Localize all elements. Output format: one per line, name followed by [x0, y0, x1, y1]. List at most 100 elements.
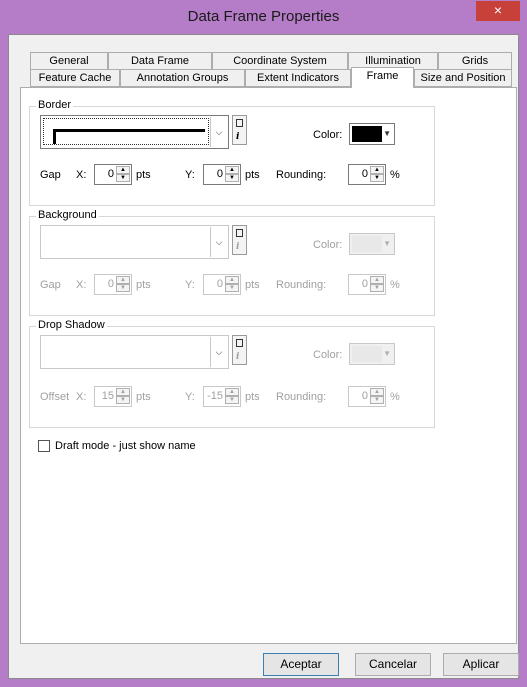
drop-shadow-symbol-properties-button[interactable]: i: [232, 335, 247, 365]
background-color-swatch: [352, 236, 382, 252]
background-color-picker[interactable]: ▼: [349, 233, 395, 255]
close-button[interactable]: ×: [476, 1, 520, 21]
drop-shadow-y-spinner[interactable]: -15 ▲ ▼: [203, 386, 241, 407]
background-rounding-spinner[interactable]: 0 ▲ ▼: [348, 274, 386, 295]
border-gap-x-spinner[interactable]: 0 ▲ ▼: [94, 164, 132, 185]
spin-up-icon[interactable]: ▲: [116, 276, 130, 284]
tab-extent-indicators[interactable]: Extent Indicators: [245, 69, 351, 87]
background-gap-x-spinner[interactable]: 0 ▲ ▼: [94, 274, 132, 295]
tab-grids[interactable]: Grids: [438, 52, 512, 70]
drop-shadow-rounding-unit: %: [390, 391, 400, 403]
chevron-down-icon: ▼: [383, 349, 391, 358]
tab-panel-frame: Border ⌵ i Color: ▼ Gap X: 0 ▲ ▼ pts Y: …: [20, 87, 517, 644]
background-gap-y-label: Y:: [185, 279, 195, 291]
background-gap-label: Gap: [40, 279, 61, 291]
background-symbol-properties-button[interactable]: i: [232, 225, 247, 255]
spin-up-icon[interactable]: ▲: [370, 276, 384, 284]
drop-shadow-offset-label: Offset: [40, 391, 70, 403]
tab-frame[interactable]: Frame: [351, 67, 414, 88]
ok-button[interactable]: Aceptar: [263, 653, 339, 676]
apply-button[interactable]: Aplicar: [443, 653, 519, 676]
border-gap-y-value: 0: [216, 168, 223, 180]
drop-shadow-y-label: Y:: [185, 391, 195, 403]
border-symbol-properties-button[interactable]: i: [232, 115, 247, 145]
background-style-combo[interactable]: ⌵: [40, 225, 229, 259]
drop-shadow-group: Drop Shadow ⌵ i Color: ▼ Offset X: 15 ▲ ▼…: [29, 319, 435, 428]
border-gap-label: Gap: [40, 169, 61, 181]
drop-shadow-color-picker[interactable]: ▼: [349, 343, 395, 365]
background-rounding-value: 0: [361, 278, 368, 290]
chevron-down-icon[interactable]: ⌵: [210, 117, 227, 147]
info-icon: i: [236, 352, 240, 362]
background-gap-y-value: 0: [216, 278, 223, 290]
background-legend: Background: [36, 209, 99, 221]
background-gap-y-unit: pts: [245, 279, 260, 291]
border-group: Border ⌵ i Color: ▼ Gap X: 0 ▲ ▼ pts Y: …: [29, 99, 435, 206]
spin-up-icon[interactable]: ▲: [370, 166, 384, 174]
spin-down-icon[interactable]: ▼: [225, 284, 239, 292]
border-legend: Border: [36, 99, 74, 111]
tab-feature-cache[interactable]: Feature Cache: [30, 69, 120, 87]
drop-shadow-y-unit: pts: [245, 391, 260, 403]
background-gap-y-spinner[interactable]: 0 ▲ ▼: [203, 274, 241, 295]
background-gap-x-unit: pts: [136, 279, 151, 291]
spin-up-icon[interactable]: ▲: [225, 276, 239, 284]
title-bar[interactable]: Data Frame Properties ×: [0, 0, 527, 34]
border-gap-y-spinner[interactable]: 0 ▲ ▼: [203, 164, 241, 185]
info-icon: i: [236, 132, 240, 142]
drop-shadow-x-value: 15: [101, 390, 114, 402]
spin-down-icon[interactable]: ▼: [116, 174, 130, 182]
draft-mode-checkbox[interactable]: [38, 440, 50, 452]
background-gap-x-label: X:: [76, 279, 87, 291]
chevron-down-icon: ▼: [383, 129, 391, 138]
chevron-down-icon[interactable]: ⌵: [210, 227, 227, 257]
drop-shadow-y-value: -15: [207, 390, 223, 402]
border-gap-x-unit: pts: [136, 169, 151, 181]
border-gap-x-value: 0: [107, 168, 114, 180]
border-color-picker[interactable]: ▼: [349, 123, 395, 145]
spin-down-icon[interactable]: ▼: [116, 396, 130, 404]
border-rounding-label: Rounding:: [276, 169, 327, 181]
drop-shadow-rounding-label: Rounding:: [276, 391, 327, 403]
background-group: Background ⌵ i Color: ▼ Gap X: 0 ▲ ▼ pts …: [29, 209, 435, 316]
spin-up-icon[interactable]: ▲: [225, 166, 239, 174]
drop-shadow-style-combo[interactable]: ⌵: [40, 335, 229, 369]
spin-down-icon[interactable]: ▼: [370, 396, 384, 404]
chevron-down-icon: ▼: [383, 239, 391, 248]
chevron-down-icon[interactable]: ⌵: [210, 337, 227, 367]
draft-mode-label[interactable]: Draft mode - just show name: [55, 440, 196, 452]
tab-size-and-position[interactable]: Size and Position: [414, 69, 512, 87]
border-gap-y-label: Y:: [185, 169, 195, 181]
tab-annotation-groups[interactable]: Annotation Groups: [120, 69, 245, 87]
spin-down-icon[interactable]: ▼: [370, 284, 384, 292]
background-gap-x-value: 0: [107, 278, 114, 290]
spin-up-icon[interactable]: ▲: [116, 166, 130, 174]
cancel-button[interactable]: Cancelar: [355, 653, 431, 676]
drop-shadow-x-spinner[interactable]: 15 ▲ ▼: [94, 386, 132, 407]
drop-shadow-color-label: Color:: [313, 349, 343, 361]
tab-data-frame[interactable]: Data Frame: [108, 52, 212, 70]
dialog-window: Data Frame Properties × General Data Fra…: [0, 0, 527, 687]
tab-coordinate-system[interactable]: Coordinate System: [212, 52, 348, 70]
drop-shadow-rounding-value: 0: [361, 390, 368, 402]
spin-down-icon[interactable]: ▼: [225, 174, 239, 182]
tab-general[interactable]: General: [30, 52, 108, 70]
spin-up-icon[interactable]: ▲: [370, 388, 384, 396]
border-style-preview: [43, 118, 209, 145]
drop-shadow-rounding-spinner[interactable]: 0 ▲ ▼: [348, 386, 386, 407]
spin-up-icon[interactable]: ▲: [225, 388, 239, 396]
spin-up-icon[interactable]: ▲: [116, 388, 130, 396]
drop-shadow-color-swatch: [352, 346, 382, 362]
border-rounding-spinner[interactable]: 0 ▲ ▼: [348, 164, 386, 185]
border-style-combo[interactable]: ⌵: [40, 115, 229, 149]
background-color-label: Color:: [313, 239, 343, 251]
border-color-label: Color:: [313, 129, 343, 141]
border-color-swatch: [352, 126, 382, 142]
spin-down-icon[interactable]: ▼: [225, 396, 239, 404]
drop-shadow-x-label: X:: [76, 391, 87, 403]
spin-down-icon[interactable]: ▼: [370, 174, 384, 182]
drop-shadow-legend: Drop Shadow: [36, 319, 107, 331]
properties-icon: [236, 229, 243, 237]
border-rounding-unit: %: [390, 169, 400, 181]
spin-down-icon[interactable]: ▼: [116, 284, 130, 292]
